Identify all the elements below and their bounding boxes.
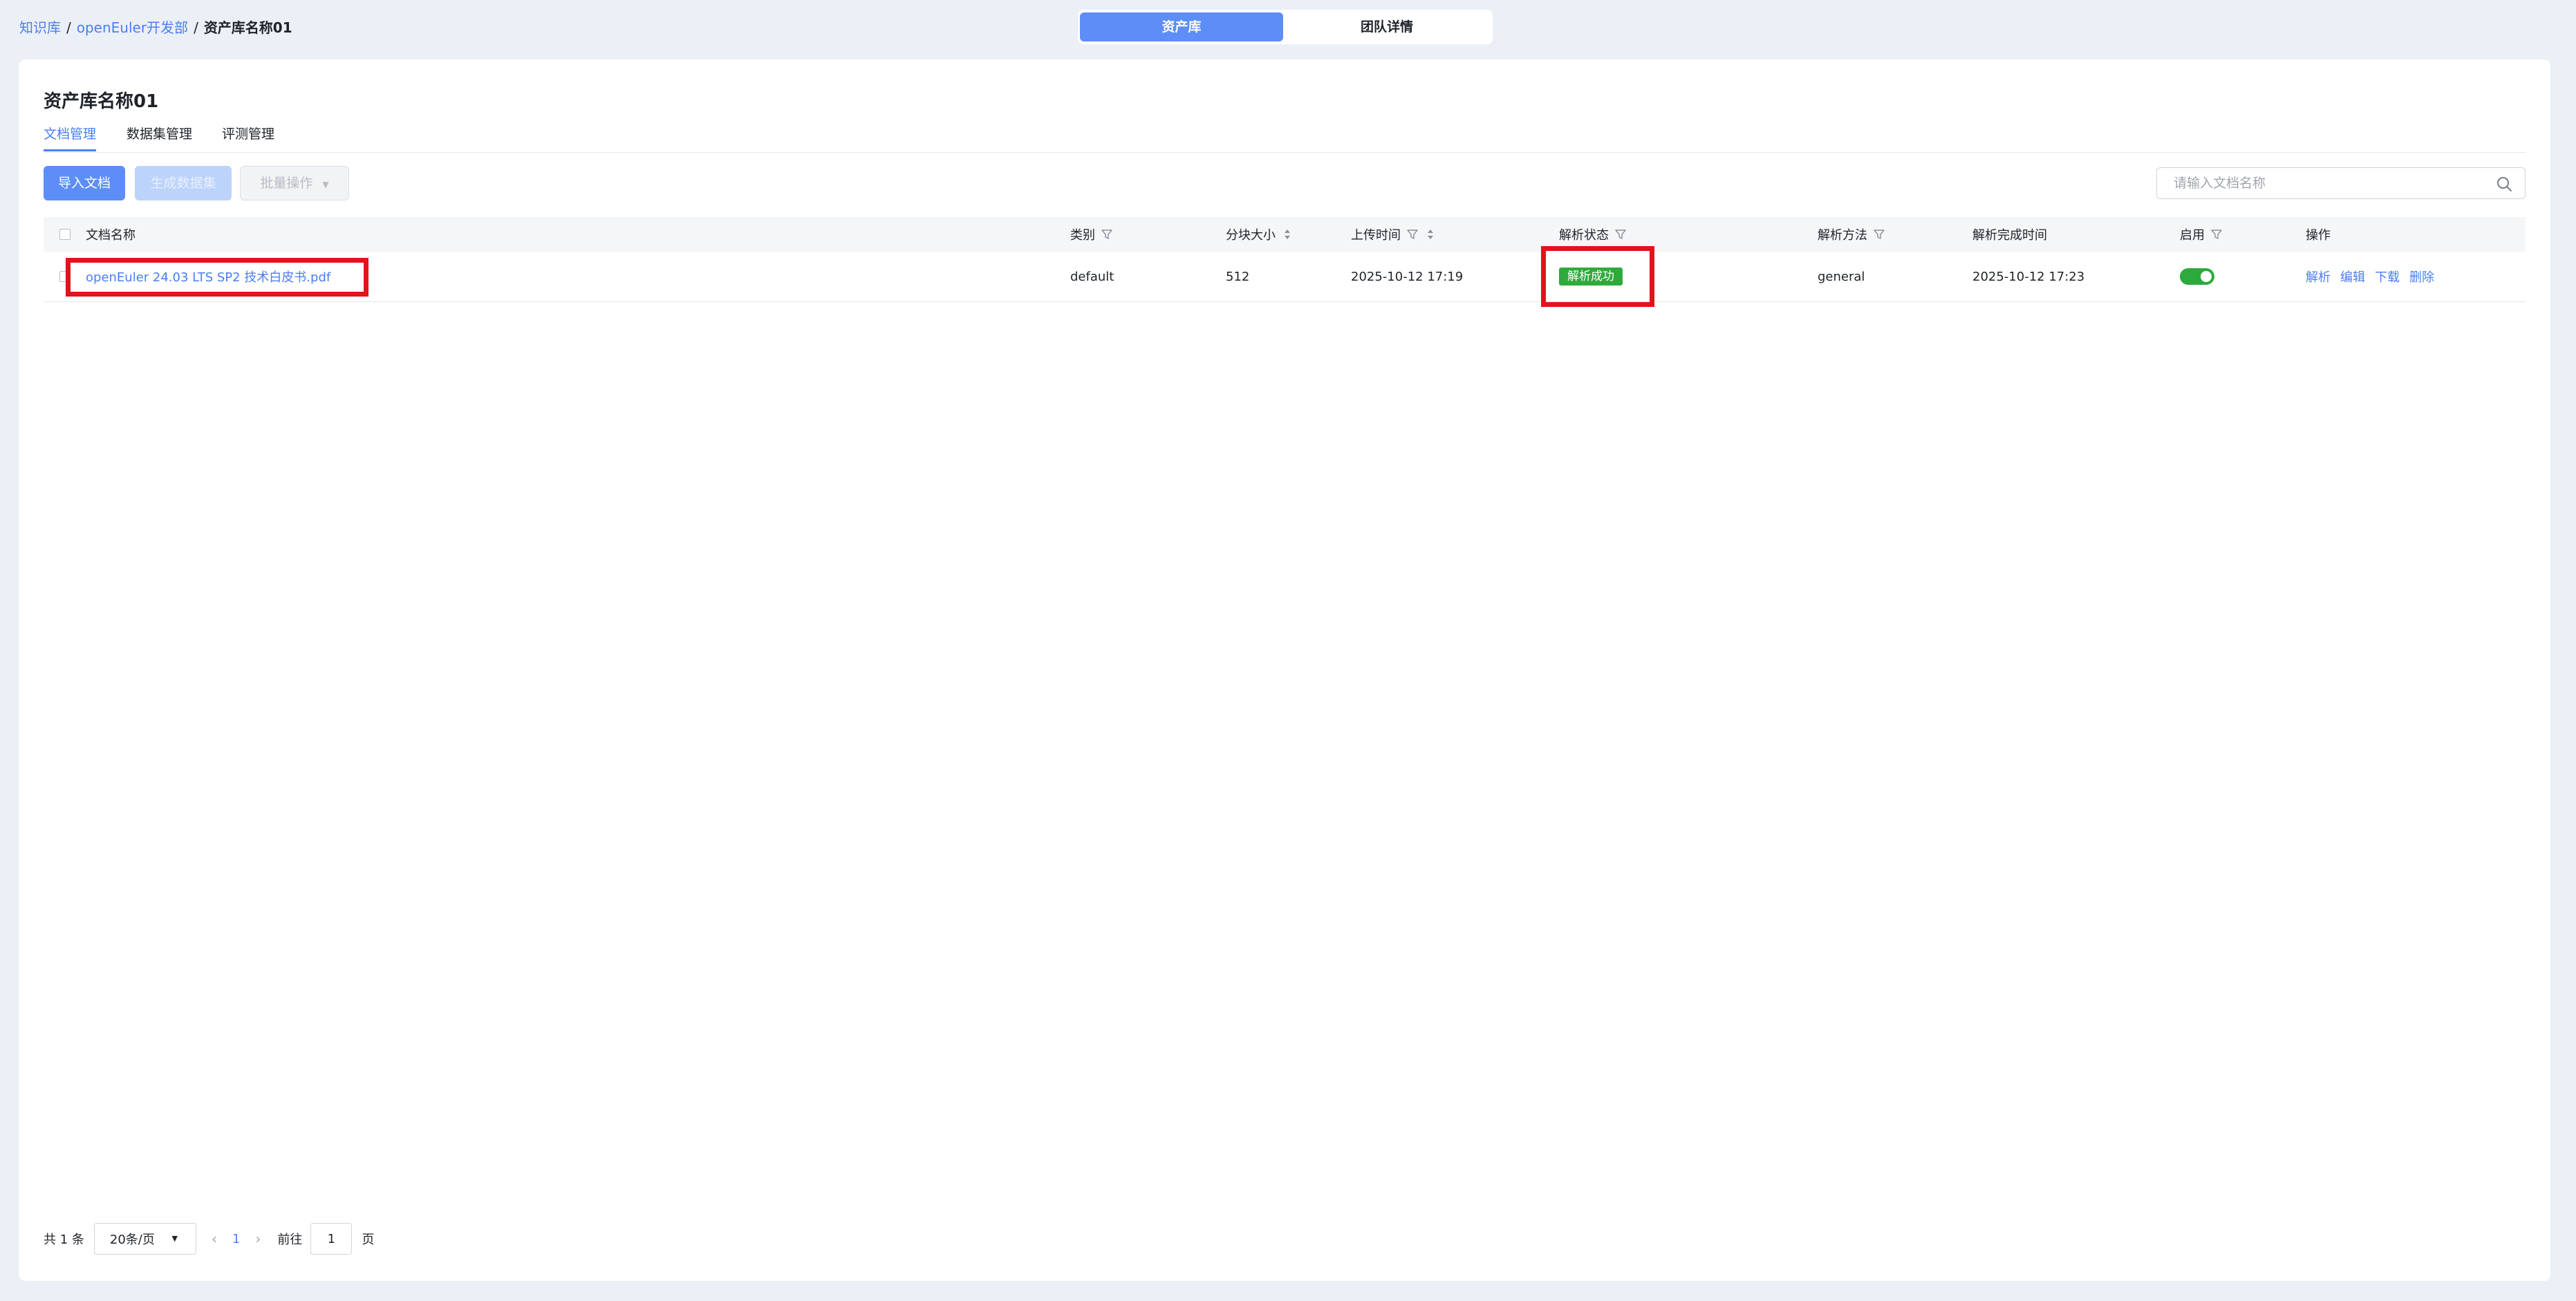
- filter-icon[interactable]: [1406, 228, 1419, 241]
- switch-asset-library[interactable]: 资产库: [1080, 12, 1283, 41]
- document-search: [2156, 167, 2526, 199]
- header-actions: 操作: [2306, 217, 2331, 252]
- filter-icon[interactable]: [2210, 228, 2223, 241]
- category-value: default: [1070, 269, 1114, 284]
- header-actions-label: 操作: [2306, 228, 2331, 243]
- document-name-cell: openEuler 24.03 LTS SP2 技术白皮书.pdf: [86, 252, 330, 301]
- select-all-cell: [59, 217, 71, 252]
- header-category: 类别: [1070, 217, 1113, 252]
- enabled-toggle[interactable]: [2180, 268, 2214, 285]
- header-parse-done-time-label: 解析完成时间: [1972, 228, 2047, 243]
- table-header: 文档名称 类别 分块大小 上传时间 解析状态 解析方法 解析完成时间 启用 操作: [44, 217, 2526, 252]
- document-table: 文档名称 类别 分块大小 上传时间 解析状态 解析方法 解析完成时间 启用 操作…: [44, 217, 2526, 302]
- row-checkbox[interactable]: [59, 271, 71, 282]
- switch-team-details[interactable]: 团队详情: [1285, 12, 1488, 41]
- breadcrumb-root-link[interactable]: 知识库: [19, 19, 61, 36]
- header-enabled-label: 启用: [2180, 228, 2205, 243]
- select-all-checkbox[interactable]: [59, 229, 71, 240]
- generate-dataset-button[interactable]: 生成数据集: [135, 166, 232, 200]
- header-parse-done-time: 解析完成时间: [1972, 217, 2047, 252]
- sort-icon[interactable]: [1281, 228, 1294, 241]
- jump-label: 前往: [277, 1233, 303, 1247]
- header-document-name-label: 文档名称: [86, 228, 136, 243]
- import-document-button[interactable]: 导入文档: [44, 166, 125, 200]
- tab-document-management[interactable]: 文档管理: [44, 124, 97, 151]
- header-parse-status: 解析状态: [1559, 217, 1627, 252]
- next-page-icon[interactable]: ›: [255, 1230, 261, 1247]
- filter-icon[interactable]: [1873, 228, 1885, 241]
- sort-icon[interactable]: [1424, 228, 1437, 241]
- page-size-value: 20条/页: [109, 1233, 155, 1247]
- page-size-select[interactable]: 20条/页 ▼: [93, 1223, 196, 1255]
- chunk-size-value: 512: [1226, 269, 1250, 284]
- status-badge: 解析成功: [1559, 268, 1623, 286]
- breadcrumb-separator: /: [66, 19, 71, 36]
- breadcrumb: 知识库 / openEuler开发部 / 资产库名称01: [19, 18, 292, 37]
- parse-status-cell: 解析成功: [1559, 252, 1623, 301]
- prev-page-icon[interactable]: ‹: [212, 1230, 217, 1247]
- jump-suffix: 页: [362, 1233, 375, 1247]
- enabled-cell: [2180, 252, 2214, 301]
- breadcrumb-current: 资产库名称01: [203, 19, 292, 36]
- upload-time-value: 2025-10-12 17:19: [1351, 269, 1464, 284]
- tab-bar: 文档管理 数据集管理 评测管理: [44, 124, 2526, 153]
- parse-done-time-value: 2025-10-12 17:23: [1972, 269, 2085, 284]
- breadcrumb-team-link[interactable]: openEuler开发部: [77, 19, 188, 36]
- header-upload-time: 上传时间: [1351, 217, 1437, 252]
- caret-down-icon: ▼: [322, 180, 329, 189]
- page-number[interactable]: 1: [232, 1232, 240, 1246]
- delete-action-link[interactable]: 删除: [2409, 268, 2434, 286]
- header-chunk-size-label: 分块大小: [1226, 228, 1276, 243]
- header-chunk-size: 分块大小: [1226, 217, 1294, 252]
- header-upload-time-label: 上传时间: [1351, 228, 1401, 243]
- parse-action-link[interactable]: 解析: [2306, 268, 2331, 286]
- pagination: 共 1 条 20条/页 ▼ ‹ 1 › 前往 页: [44, 1222, 374, 1255]
- header-parse-method: 解析方法: [1818, 217, 1885, 252]
- header-parse-method-label: 解析方法: [1818, 228, 1867, 243]
- filter-icon[interactable]: [1101, 228, 1113, 241]
- row-select-cell: [59, 252, 71, 301]
- filter-icon[interactable]: [1614, 228, 1627, 241]
- caret-down-icon: ▼: [171, 1234, 178, 1243]
- header-category-label: 类别: [1070, 228, 1095, 243]
- main-card: 资产库名称01 文档管理 数据集管理 评测管理 导入文档 生成数据集 批量操作 ▼…: [19, 59, 2550, 1281]
- page-title: 资产库名称01: [44, 91, 159, 112]
- download-action-link[interactable]: 下载: [2375, 268, 2400, 286]
- chunk-size-cell: 512: [1226, 252, 1249, 301]
- tab-dataset-management[interactable]: 数据集管理: [127, 124, 192, 144]
- search-icon[interactable]: [2496, 176, 2512, 192]
- batch-operation-dropdown[interactable]: 批量操作 ▼: [240, 166, 349, 200]
- edit-action-link[interactable]: 编辑: [2340, 268, 2365, 286]
- batch-operation-label: 批量操作: [260, 176, 313, 191]
- breadcrumb-separator: /: [194, 19, 198, 36]
- page-jump-input[interactable]: [310, 1223, 353, 1255]
- header-document-name: 文档名称: [86, 217, 136, 252]
- document-name-link[interactable]: openEuler 24.03 LTS SP2 技术白皮书.pdf: [86, 268, 330, 286]
- header-parse-status-label: 解析状态: [1559, 228, 1609, 243]
- parse-method-value: general: [1818, 269, 1865, 284]
- total-count: 共 1 条: [44, 1233, 84, 1247]
- search-input[interactable]: [2157, 168, 2482, 198]
- tab-evaluation-management[interactable]: 评测管理: [222, 124, 274, 144]
- header-enabled: 启用: [2180, 217, 2223, 252]
- parse-done-time-cell: 2025-10-12 17:23: [1972, 252, 2084, 301]
- table-row: openEuler 24.03 LTS SP2 技术白皮书.pdf defaul…: [44, 252, 2526, 302]
- toggle-knob: [2201, 271, 2212, 282]
- view-switch: 资产库 团队详情: [1078, 10, 1493, 44]
- actions-cell: 解析 编辑 下载 删除: [2306, 252, 2444, 301]
- category-cell: default: [1070, 252, 1114, 301]
- upload-time-cell: 2025-10-12 17:19: [1351, 252, 1463, 301]
- parse-method-cell: general: [1818, 252, 1865, 301]
